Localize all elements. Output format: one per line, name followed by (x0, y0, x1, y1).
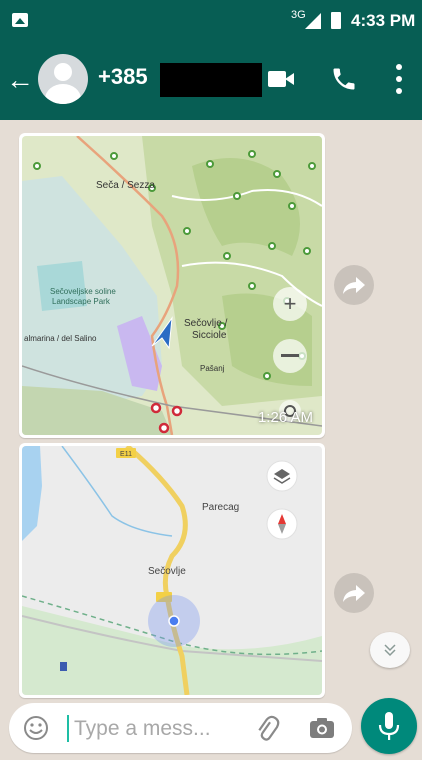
map-image-2[interactable]: E11 Parecag Sečovlje (22, 446, 322, 695)
zoom-out-icon (281, 354, 299, 357)
gallery-notification-icon (12, 13, 28, 27)
contact-name[interactable]: +385 (98, 64, 148, 90)
paperclip-icon[interactable] (251, 713, 281, 743)
map-message-1[interactable]: Seča / Sezza Sečovlje / Sicciole Sečovel… (19, 133, 325, 438)
more-vert-icon[interactable] (393, 64, 405, 96)
zoom-in-icon: + (284, 291, 297, 316)
message-input[interactable] (72, 711, 236, 747)
text-caret (67, 715, 69, 742)
status-bar: 3G 4:33 PM (0, 0, 422, 40)
redacted-phone-number (160, 63, 262, 97)
forward-button-2[interactable] (334, 573, 374, 613)
network-type: 3G (291, 9, 306, 21)
signal-icon (305, 13, 321, 29)
road-label-e11: E11 (120, 451, 132, 458)
message-composer (9, 703, 352, 753)
avatar[interactable] (38, 54, 88, 104)
battery-icon (331, 12, 341, 29)
map-label-seca: Seča / Sezza (96, 180, 155, 191)
svg-text:Sečoveljske soline: Sečoveljske soline (50, 287, 116, 296)
map-label-salino: almarina / del Salino (24, 334, 97, 343)
map-image-1[interactable]: Seča / Sezza Sečovlje / Sicciole Sečovel… (22, 136, 322, 435)
map-label-parecag: Parecag (202, 502, 239, 513)
mic-button[interactable] (361, 698, 417, 754)
map-label-sicciole: Sicciole (192, 330, 227, 341)
map-label-pasanj: Pašanj (200, 364, 225, 373)
microphone-icon (378, 712, 400, 740)
forward-icon (343, 585, 365, 602)
forward-button-1[interactable] (334, 265, 374, 305)
camera-icon[interactable] (309, 717, 335, 739)
map-label-secovlje: Sečovlje / (184, 318, 228, 329)
clock: 4:33 PM (351, 11, 416, 30)
emoji-icon[interactable] (23, 715, 49, 741)
video-call-icon[interactable] (268, 68, 296, 92)
forward-icon (343, 277, 365, 294)
scroll-to-bottom-button[interactable] (370, 632, 410, 668)
map-label-landscape-park: Landscape Park (52, 297, 111, 306)
message-time: 1:26 AM (257, 409, 313, 426)
back-arrow-icon[interactable]: ← (6, 66, 34, 94)
map-label-secovlje-2: Sečovlje (148, 566, 186, 577)
double-chevron-down-icon (384, 644, 396, 657)
phone-icon[interactable] (330, 64, 358, 94)
map-message-2[interactable]: E11 Parecag Sečovlje (19, 443, 325, 698)
chat-header: ← +385 (0, 40, 422, 120)
